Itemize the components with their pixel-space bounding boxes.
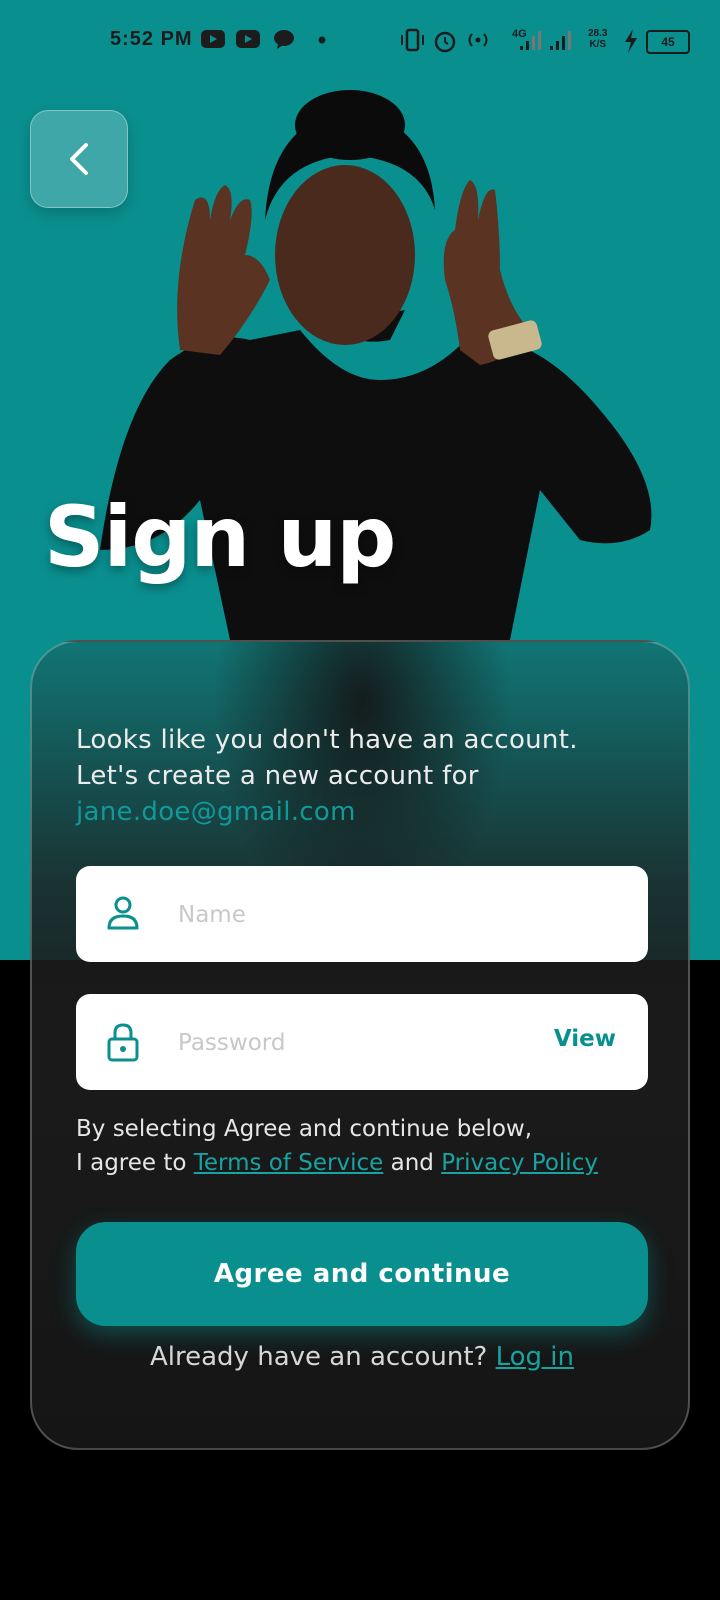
intro-email: jane.doe@gmail.com [76,797,356,827]
intro-line-1: Looks like you don't have an account. [76,725,578,755]
net-speed-value: 28.3 [588,28,608,39]
terms-text: By selecting Agree and continue below, I… [76,1112,656,1180]
status-time: 5:52 PM [110,28,193,50]
page-title: Sign up [44,488,396,586]
net-speed: 28.3 K/S [588,28,607,50]
password-input[interactable] [176,994,520,1092]
intro-line-2: Let's create a new account for [76,761,479,791]
agree-continue-button[interactable]: Agree and continue [76,1222,648,1326]
signal-icon [520,31,541,50]
signal-icon [550,31,571,50]
signup-card: Looks like you don't have an account. Le… [30,640,690,1450]
battery-icon: 45 [646,30,690,54]
chat-icon [274,30,294,49]
terms-prefix: I agree to [76,1150,194,1176]
youtube-icon [236,30,260,48]
privacy-policy-link[interactable]: Privacy Policy [441,1150,598,1176]
terms-line-1: By selecting Agree and continue below, [76,1116,533,1142]
intro-text: Looks like you don't have an account. Le… [76,722,656,830]
dot-icon [318,36,326,44]
name-input[interactable] [176,866,520,964]
back-button[interactable] [30,110,128,208]
net-speed-unit: K/S [589,39,607,50]
terms-line-2: I agree to Terms of Service and Privacy … [76,1146,656,1180]
charging-icon [625,29,637,53]
lock-icon [107,1023,139,1062]
password-field[interactable]: View [76,994,648,1092]
chevron-left-icon [70,143,88,175]
login-link[interactable]: Log in [496,1342,574,1372]
name-field[interactable] [76,866,648,964]
alarm-icon [434,31,456,53]
vibrate-icon [401,28,424,52]
terms-of-service-link[interactable]: Terms of Service [194,1150,384,1176]
terms-and: and [383,1150,442,1176]
hotspot-icon [468,33,488,47]
status-bar: 5:52 PM 4G 28.3 K/S 45 [0,22,720,58]
youtube-icon [201,30,225,48]
battery-level: 45 [661,35,675,49]
view-password-toggle[interactable]: View [554,1026,616,1052]
login-prompt-text: Already have an account? [150,1342,496,1372]
user-icon [107,896,139,930]
login-prompt: Already have an account? Log in [32,1342,688,1372]
